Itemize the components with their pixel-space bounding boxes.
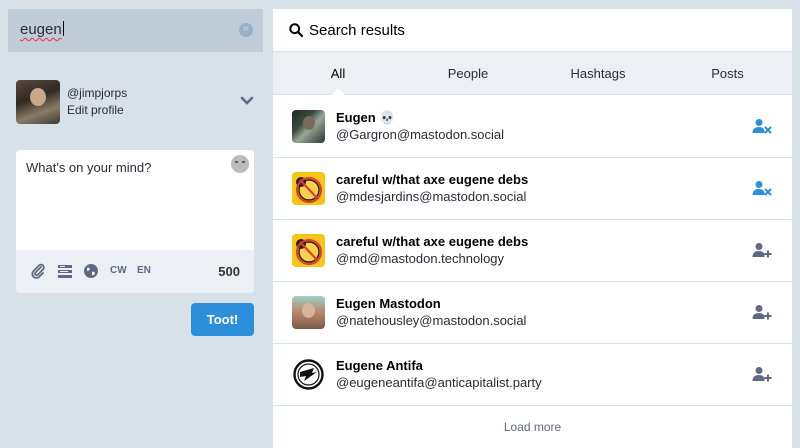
results-title: Search results [309, 22, 405, 39]
avatar[interactable] [292, 358, 325, 391]
account-display-name: careful w/that axe eugene debs [336, 234, 529, 249]
account-display-name: careful w/that axe eugene debs [336, 172, 529, 187]
account-handle: @Gargron@mastodon.social [336, 127, 505, 142]
account-display-name: Eugen 💀 [336, 110, 396, 125]
account-row[interactable]: careful w/that axe eugene debs @md@masto… [273, 220, 792, 282]
tab-posts[interactable]: Posts [663, 52, 792, 95]
avatar[interactable] [292, 110, 325, 143]
search-bar[interactable]: eugen ✕ [8, 9, 263, 52]
unfollow-icon[interactable] [752, 118, 772, 134]
edit-profile-link[interactable]: Edit profile [67, 103, 124, 117]
navigation-bar: @jimpjorps Edit profile [16, 80, 256, 124]
paperclip-icon[interactable] [30, 263, 46, 279]
profile-handle[interactable]: @jimpjorps [67, 86, 127, 100]
follow-icon[interactable] [752, 366, 772, 382]
no-symbol-icon [296, 177, 322, 203]
account-row[interactable]: Eugene Antifa @eugeneantifa@anticapitali… [273, 344, 792, 406]
account-display-name: Eugene Antifa [336, 358, 423, 373]
search-results-column: Search results All People Hashtags Posts… [273, 9, 792, 448]
avatar[interactable] [292, 296, 325, 329]
character-counter: 500 [218, 264, 240, 279]
results-tabs: All People Hashtags Posts [273, 52, 792, 96]
emoji-picker-icon[interactable] [231, 155, 249, 173]
chevron-down-icon[interactable] [240, 94, 254, 108]
toot-button[interactable]: Toot! [191, 303, 254, 336]
account-row[interactable]: Eugen 💀 @Gargron@mastodon.social [273, 96, 792, 158]
compose-form: CW EN 500 [16, 150, 254, 293]
account-handle: @natehousley@mastodon.social [336, 313, 527, 328]
account-handle: @md@mastodon.technology [336, 251, 505, 266]
load-more-button[interactable]: Load more [273, 406, 792, 448]
avatar[interactable] [292, 234, 325, 267]
unfollow-icon[interactable] [752, 180, 772, 196]
follow-icon[interactable] [752, 304, 772, 320]
globe-icon[interactable] [83, 263, 99, 279]
poll-icon[interactable] [57, 263, 73, 279]
tab-all[interactable]: All [273, 52, 403, 96]
compose-textarea[interactable] [16, 150, 254, 250]
follow-icon[interactable] [752, 242, 772, 258]
compose-toolbar: CW EN 500 [16, 250, 254, 293]
account-display-name: Eugen Mastodon [336, 296, 441, 311]
avatar[interactable] [16, 80, 60, 124]
tab-hashtags[interactable]: Hashtags [533, 52, 663, 95]
account-row[interactable]: careful w/that axe eugene debs @mdesjard… [273, 158, 792, 220]
account-handle: @mdesjardins@mastodon.social [336, 189, 527, 204]
search-input[interactable]: eugen [20, 21, 64, 38]
account-row[interactable]: Eugen Mastodon @natehousley@mastodon.soc… [273, 282, 792, 344]
no-symbol-icon [296, 239, 322, 265]
search-icon [289, 23, 303, 37]
tab-people[interactable]: People [403, 52, 533, 95]
language-button[interactable]: EN [137, 265, 151, 276]
account-handle: @eugeneantifa@anticapitalist.party [336, 375, 542, 390]
results-header: Search results [273, 9, 792, 52]
clear-search-icon[interactable]: ✕ [239, 23, 253, 37]
antifa-logo-icon [293, 359, 324, 390]
avatar[interactable] [292, 172, 325, 205]
left-column: eugen ✕ @jimpjorps Edit profile What's o… [0, 0, 272, 448]
content-warning-button[interactable]: CW [110, 265, 127, 276]
